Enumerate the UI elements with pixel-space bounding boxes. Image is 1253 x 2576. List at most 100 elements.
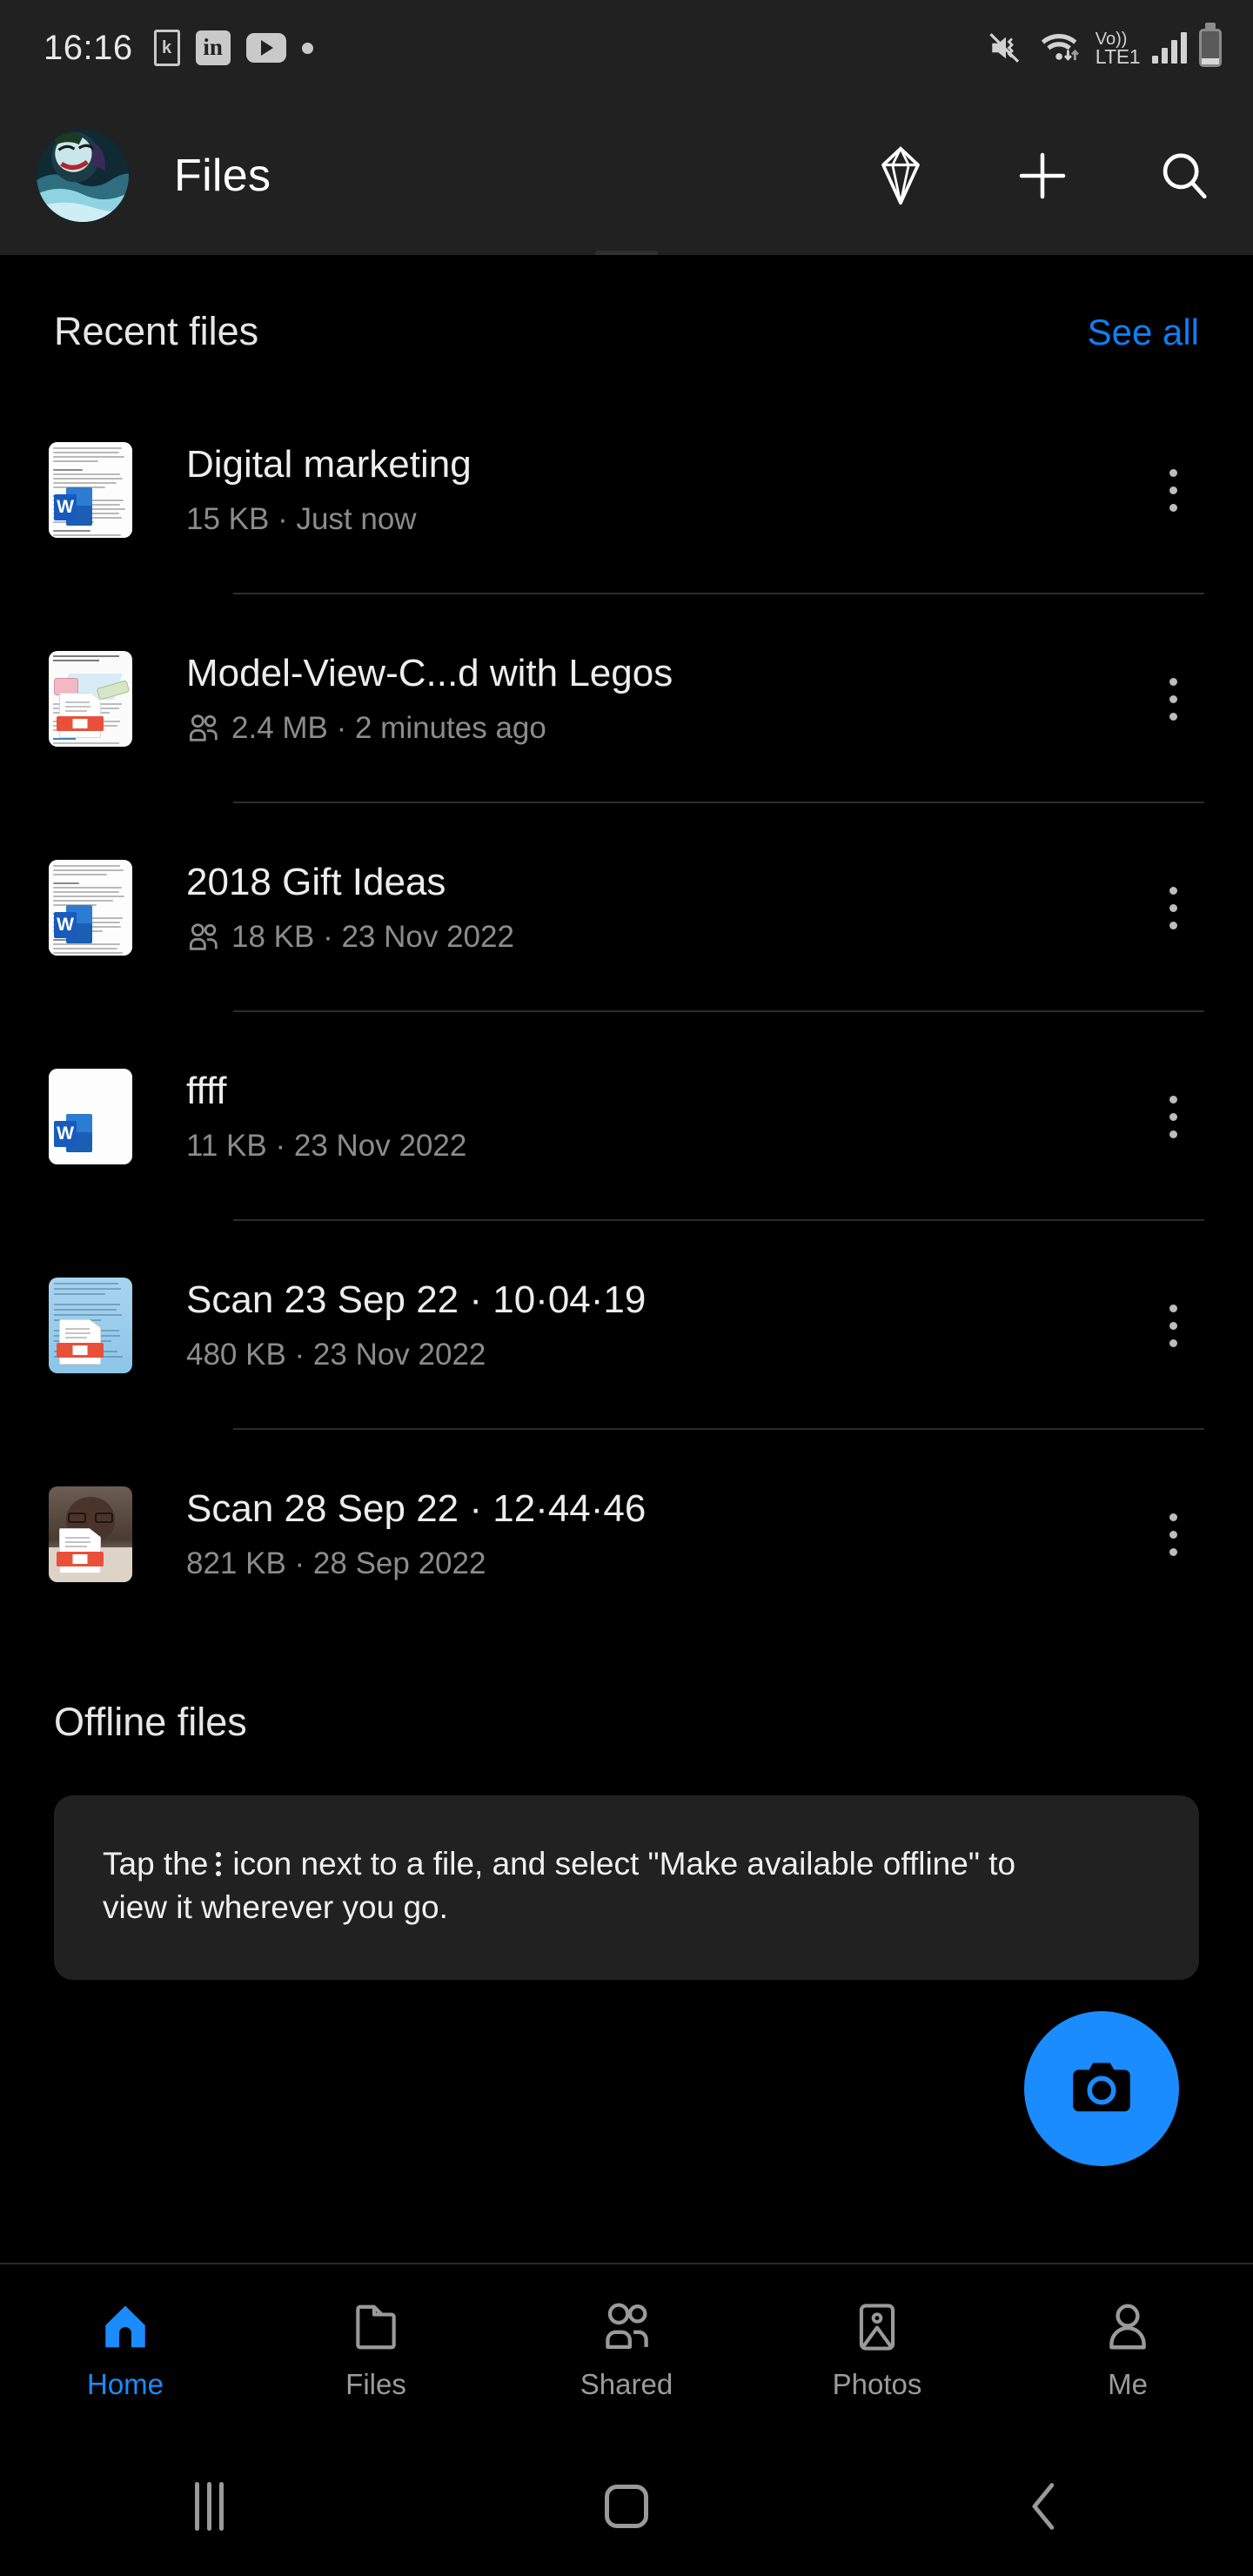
people-icon [606, 2303, 648, 2350]
file-info: Scan 23 Sep 22 · 10·04·19 480 KB · 23 No… [186, 1278, 1138, 1373]
file-name: ffff [186, 1069, 227, 1112]
table-row[interactable]: W ffff 11 KB · 23 Nov 2022 [0, 1012, 1253, 1221]
dot-icon [301, 42, 313, 54]
word-badge-icon: W [54, 1114, 92, 1152]
word-badge-icon: W [54, 487, 92, 526]
battery-low-icon [1199, 29, 1222, 67]
file-name: Scan 28 Sep 22 · 12·44·46 [186, 1486, 647, 1530]
file-meta-text: 821 KB · 28 Sep 2022 [186, 1546, 486, 1581]
nav-item-files[interactable]: Files [251, 2300, 501, 2401]
plus-glyph [1019, 152, 1066, 198]
home-icon [105, 2305, 145, 2348]
table-row[interactable]: W Digital marketing 15 KB · Just now [0, 386, 1253, 594]
search-glyph [1163, 152, 1207, 198]
file-overflow-menu-button[interactable] [1138, 1278, 1208, 1373]
volte-indicator: Vo)) LTE1 [1095, 30, 1141, 68]
diamond-icon[interactable] [874, 145, 928, 206]
nav-label: Me [1108, 2368, 1148, 2400]
file-overflow-menu-button[interactable] [1138, 442, 1208, 538]
file-overflow-menu-button[interactable] [1138, 1069, 1208, 1164]
diamond-glyph [881, 145, 920, 205]
word-badge-icon: W [54, 905, 92, 943]
avatar[interactable] [37, 129, 129, 222]
pdf-scan-photo-thumbnail [49, 1486, 132, 1582]
word-doc-thumbnail: W [49, 442, 132, 538]
file-overflow-menu-button[interactable] [1138, 1486, 1208, 1582]
offline-hint-before: Tap the [103, 1846, 209, 1882]
nav-label: Files [345, 2368, 406, 2400]
file-meta-text: 2.4 MB · 2 minutes ago [231, 711, 546, 746]
see-all-link[interactable]: See all [1088, 312, 1199, 353]
recent-files-title: Recent files [54, 309, 259, 353]
youtube-icon [245, 33, 286, 63]
file-meta-text: 15 KB · Just now [186, 502, 417, 537]
folder-icon [356, 2304, 396, 2350]
file-info: Model-View-C...d with Legos 2.4 MB · 2 m… [186, 652, 1138, 747]
shared-people-icon [189, 923, 218, 951]
file-name: 2018 Gift Ideas [186, 860, 446, 903]
table-row[interactable]: Scan 28 Sep 22 · 12·44·46 821 KB · 28 Se… [0, 1430, 1253, 1639]
file-info: 2018 Gift Ideas 18 KB · 23 Nov 2022 [186, 861, 1138, 956]
nav-item-photos[interactable]: Photos [752, 2300, 1002, 2401]
nav-label: Photos [832, 2368, 922, 2400]
avatar-artwork [37, 129, 129, 222]
wifi-data-icon [1041, 33, 1079, 61]
file-meta: 18 KB · 23 Nov 2022 [186, 920, 1138, 955]
file-meta: 480 KB · 23 Nov 2022 [186, 1338, 1138, 1372]
file-meta-text: 18 KB · 23 Nov 2022 [231, 920, 514, 955]
file-meta: 15 KB · Just now [186, 502, 1138, 537]
search-icon[interactable] [1157, 149, 1211, 203]
camera-icon [1073, 2063, 1130, 2112]
status-indicators: Vo)) LTE1 [986, 29, 1222, 67]
pdf-badge-icon [57, 693, 104, 738]
offline-files-hint-card: Tap the icon next to a file, and select "… [54, 1795, 1199, 1980]
pdf-badge-icon [57, 1528, 104, 1573]
pdf-scan-blue-thumbnail [49, 1278, 132, 1373]
offline-hint-text: Tap the icon next to a file, and select "… [103, 1842, 1051, 1929]
nav-label: Shared [580, 2368, 673, 2400]
nav-item-home[interactable]: Home [0, 2300, 251, 2401]
home-button[interactable] [418, 2485, 835, 2528]
word-doc-thumbnail: W [49, 860, 132, 956]
volte-line2: LTE1 [1095, 45, 1141, 68]
file-overflow-menu-button[interactable] [1138, 860, 1208, 956]
offline-files-header: Offline files [0, 1639, 1253, 1745]
file-meta-text: 480 KB · 23 Nov 2022 [186, 1338, 486, 1372]
recents-icon [194, 2482, 224, 2531]
table-row[interactable]: Scan 23 Sep 22 · 10·04·19 480 KB · 23 No… [0, 1221, 1253, 1430]
file-meta: 11 KB · 23 Nov 2022 [186, 1129, 1138, 1164]
table-row[interactable]: W 2018 Gift Ideas 18 KB · 23 Nov 2022 [0, 803, 1253, 1012]
file-meta-text: 11 KB · 23 Nov 2022 [186, 1129, 467, 1164]
pdf-badge-icon [57, 1319, 104, 1365]
main-content: Recent files See all W Digital marketing… [0, 255, 1253, 1980]
nav-item-shared[interactable]: Shared [501, 2300, 752, 2401]
nav-item-me[interactable]: Me [1002, 2300, 1253, 2401]
page-title: Files [174, 150, 271, 201]
file-name: Scan 23 Sep 22 · 10·04·19 [186, 1278, 647, 1321]
phone-screen: 16:16 k in Vo)) LTE1 Files Recent files … [0, 0, 1253, 2576]
app-header: Files [0, 96, 1253, 255]
app-header-actions [874, 145, 1211, 206]
file-info: Scan 28 Sep 22 · 12·44·46 821 KB · 28 Se… [186, 1487, 1138, 1582]
kindle-icon: k [153, 30, 180, 66]
recents-button[interactable] [0, 2482, 418, 2531]
back-chevron-icon [1032, 2483, 1055, 2530]
image-icon [859, 2304, 895, 2351]
file-overflow-menu-button[interactable] [1138, 651, 1208, 747]
person-icon [1109, 2304, 1146, 2350]
recent-files-header: Recent files See all [0, 255, 1253, 354]
file-name: Digital marketing [186, 442, 472, 486]
table-row[interactable]: Model-View-C...d with Legos 2.4 MB · 2 m… [0, 594, 1253, 803]
overflow-menu-icon [216, 1852, 222, 1877]
camera-fab-button[interactable] [1024, 2011, 1179, 2166]
file-name: Model-View-C...d with Legos [186, 651, 673, 694]
nav-label: Home [86, 2368, 164, 2400]
status-bar: 16:16 k in Vo)) LTE1 [0, 0, 1253, 96]
shared-people-icon [189, 714, 218, 742]
android-navigation-bar [0, 2437, 1253, 2576]
pdf-article-thumbnail [49, 651, 132, 747]
plus-icon[interactable] [1015, 148, 1070, 204]
back-button[interactable] [835, 2479, 1253, 2533]
home-square-icon [605, 2485, 648, 2528]
file-info: ffff 11 KB · 23 Nov 2022 [186, 1070, 1138, 1164]
